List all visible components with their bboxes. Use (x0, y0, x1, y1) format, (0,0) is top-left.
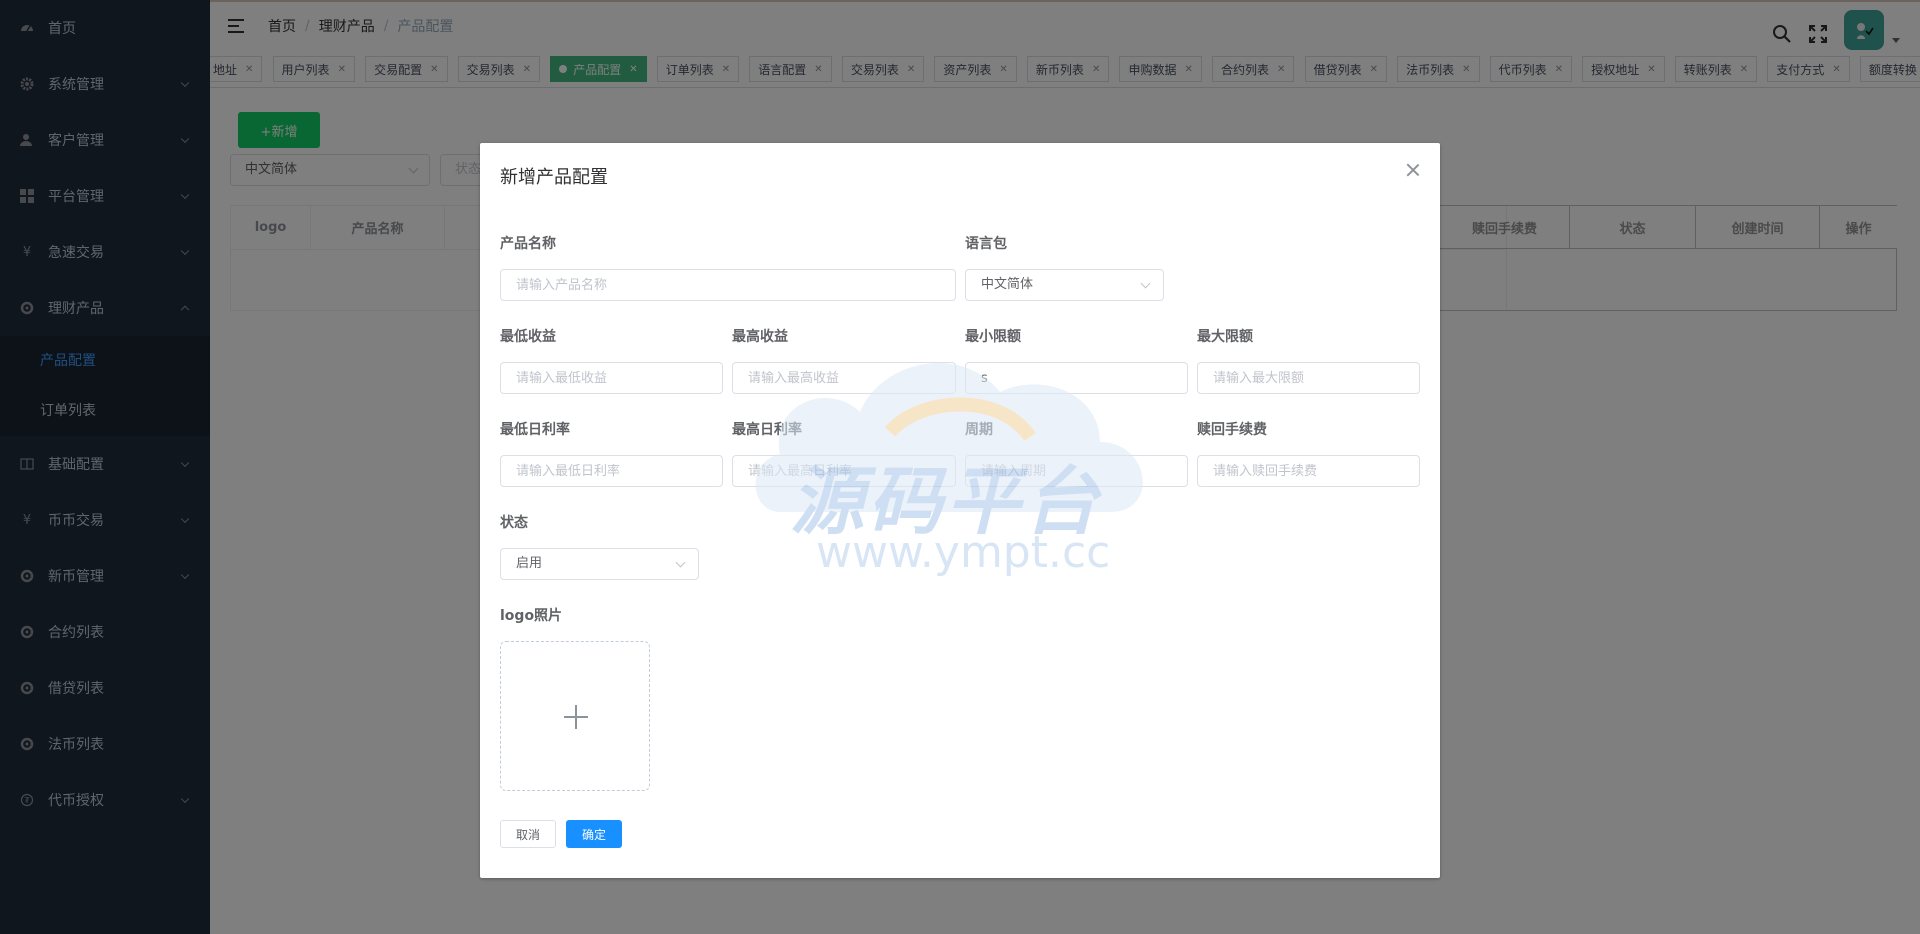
field-label: 语言包 (965, 236, 1007, 252)
min-daily-rate-input[interactable] (500, 455, 723, 487)
max-yield-input[interactable] (732, 362, 956, 394)
table-header-cell: 操作 (1845, 221, 1872, 237)
min-yield-input[interactable] (500, 362, 723, 394)
table-header-cell: 赎回手续费 (1440, 206, 1570, 248)
add-product-dialog: 新增产品配置 产品名称 语言包 中文简体 最低收益 最高收益 最小限额 最大限额… (480, 143, 1440, 878)
field-label: 最高日利率 (732, 422, 802, 438)
table-empty-row (1440, 249, 1897, 311)
max-limit-input[interactable] (1197, 362, 1420, 394)
field-label: 状态 (500, 515, 528, 531)
field-label: 最低日利率 (500, 422, 570, 438)
language-select-value: 中文简体 (981, 277, 1034, 292)
period-input[interactable] (965, 455, 1188, 487)
field-label: 产品名称 (500, 236, 556, 252)
chevron-down-icon (1140, 278, 1151, 289)
status-select-value: 启用 (516, 556, 543, 571)
status-select[interactable]: 启用 (500, 548, 699, 580)
table-header-cell: 状态 (1570, 206, 1696, 248)
language-select[interactable]: 中文简体 (965, 269, 1164, 301)
field-label: 周期 (965, 422, 993, 438)
field-label: 赎回手续费 (1197, 422, 1267, 438)
field-label: 最大限额 (1197, 329, 1253, 345)
logo-uploader[interactable] (500, 641, 650, 791)
confirm-button[interactable]: 确定 (566, 820, 622, 848)
table-header-right: 赎回手续费 状态 创建时间 操作 (1440, 205, 1897, 249)
min-limit-input[interactable] (965, 362, 1188, 394)
cancel-button[interactable]: 取消 (500, 820, 556, 848)
close-icon[interactable] (1406, 163, 1420, 177)
dialog-title: 新增产品配置 (500, 167, 608, 188)
table-header-cell: 创建时间 (1696, 206, 1820, 248)
field-label: logo照片 (500, 608, 563, 624)
chevron-down-icon (675, 557, 686, 568)
max-daily-rate-input[interactable] (732, 455, 956, 487)
product-name-input[interactable] (500, 269, 956, 301)
field-label: 最高收益 (732, 329, 788, 345)
field-label: 最低收益 (500, 329, 556, 345)
field-label: 最小限额 (965, 329, 1021, 345)
redeem-fee-input[interactable] (1197, 455, 1420, 487)
